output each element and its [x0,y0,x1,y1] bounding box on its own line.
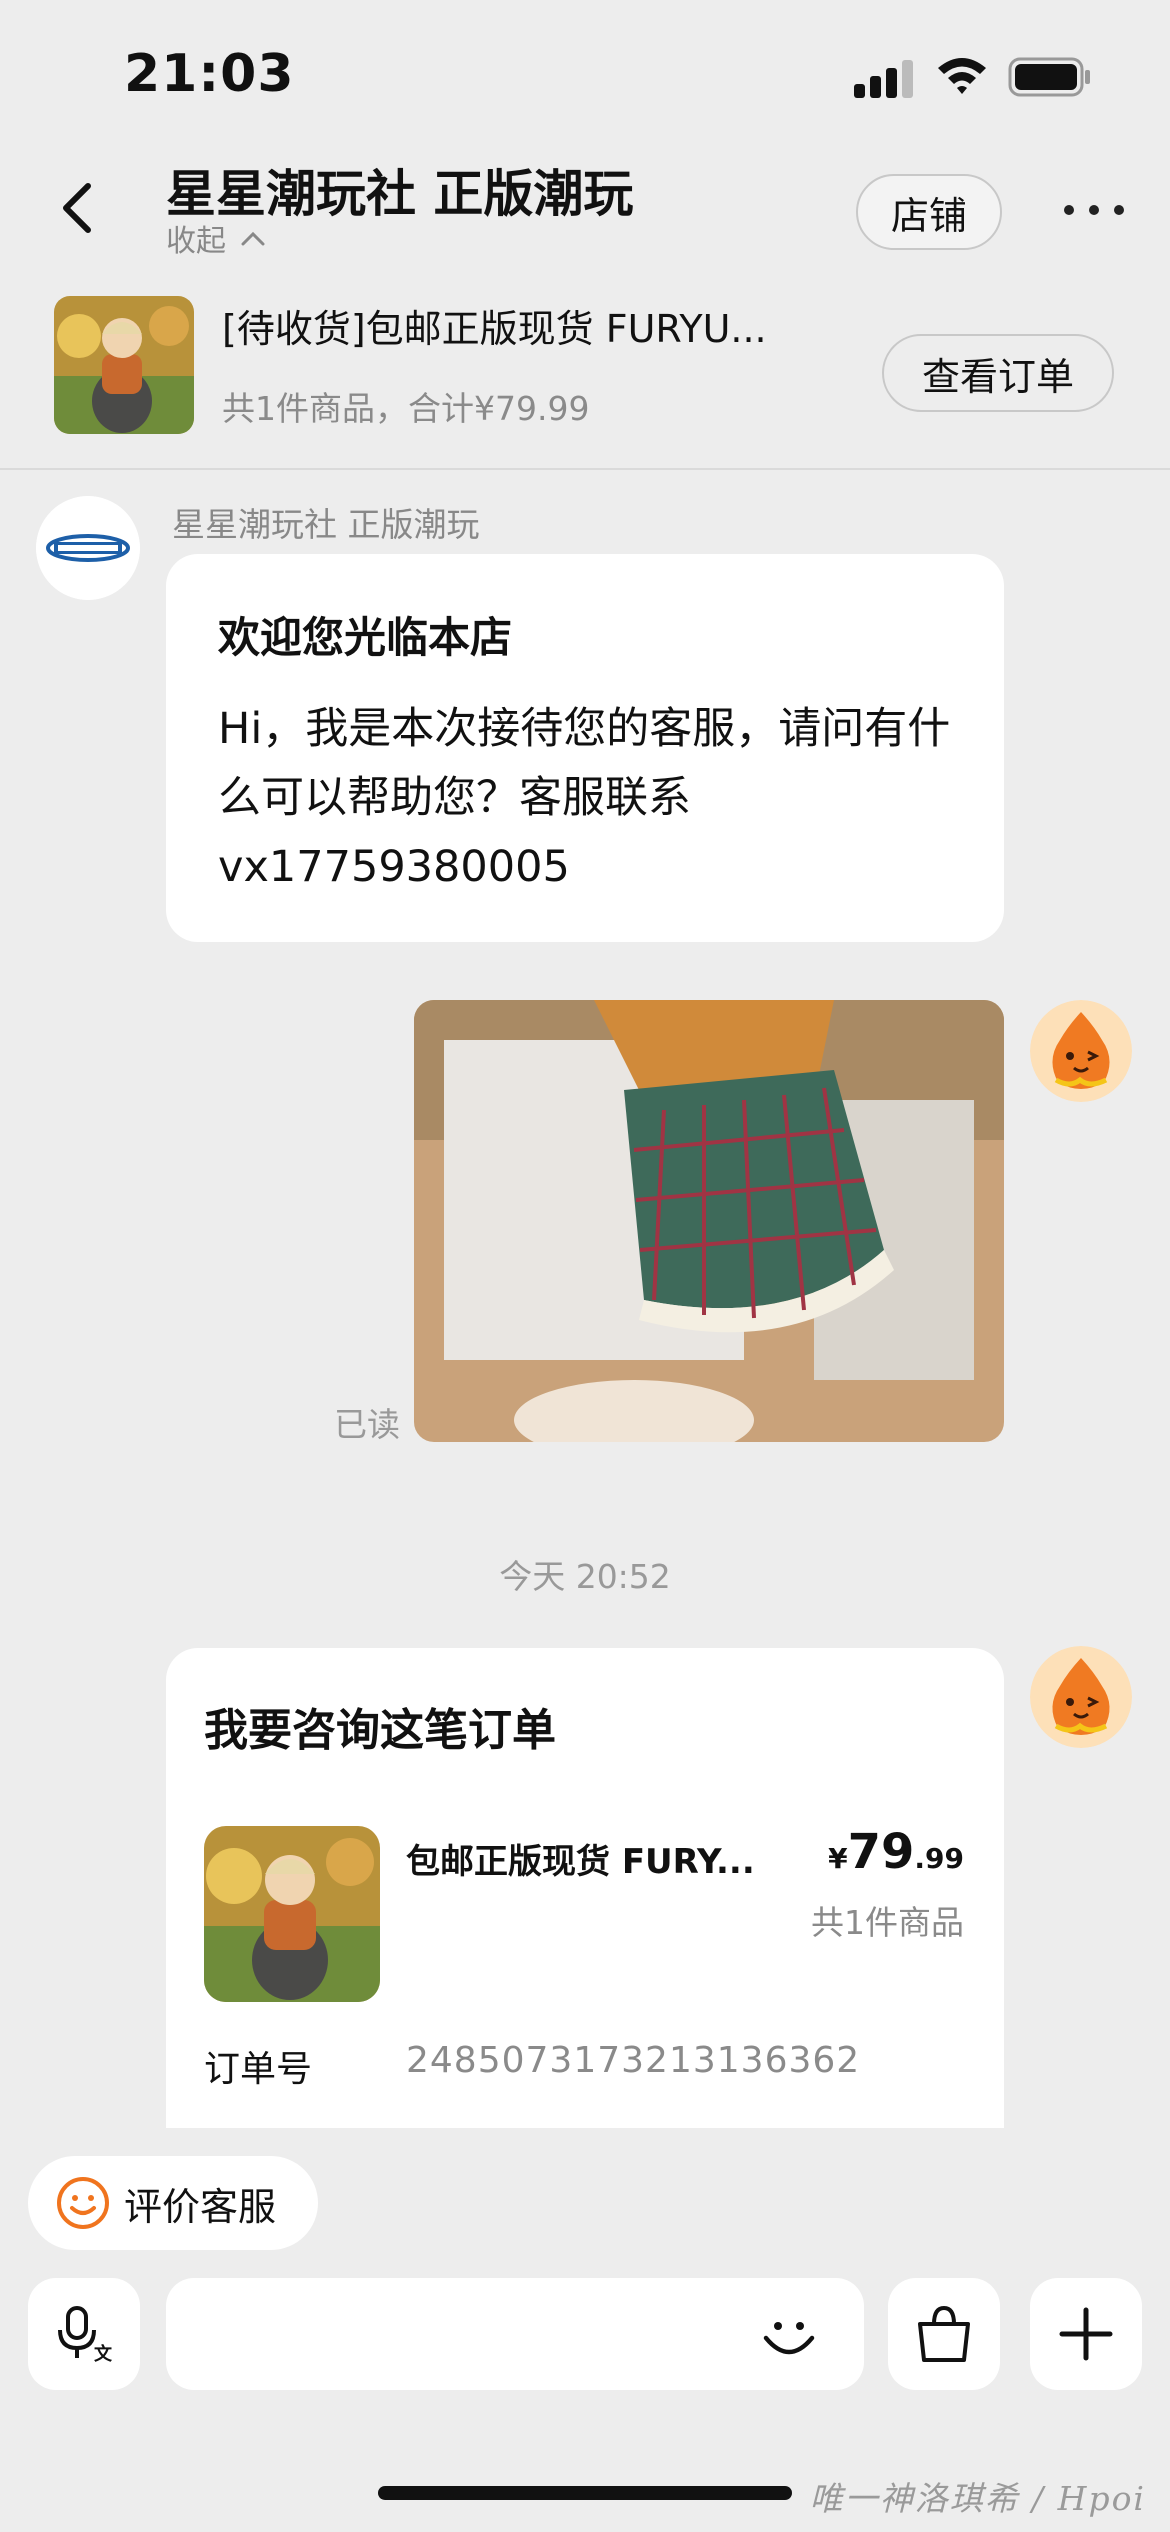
product-thumbnail [54,296,194,434]
smile-face-icon [57,2177,109,2229]
chevron-up-icon [241,231,265,246]
watermark: 唯一神洛琪希 / Hpoi [809,2479,1146,2518]
welcome-message: 欢迎您光临本店 Hi，我是本次接待您的客服，请问有什么可以帮助您？客服联系 vx… [166,554,1004,942]
shopping-bag-icon [918,2305,970,2362]
order-number: 2485073173213136362 [406,2040,861,2081]
price-currency: ¥ [828,1842,848,1875]
chat-header: 星星潮玩社 正版潮玩 收起 店铺 [0,150,1170,260]
card-price: ¥ 79 .99 [828,1824,964,1880]
price-decimal: .99 [914,1842,964,1875]
card-item-count: 共1件商品 [811,1903,964,1942]
store-button[interactable]: 店铺 [856,174,1002,250]
view-order-button[interactable]: 查看订单 [882,334,1114,412]
status-bar: 21:03 [0,0,1170,150]
read-status: 已读 [334,1405,400,1444]
order-number-label: 订单号 [204,2049,313,2090]
more-dots-icon[interactable] [1064,200,1124,220]
rate-service-button[interactable]: 评价客服 [28,2156,318,2250]
svg-text:文: 文 [94,2343,113,2364]
emoji-button[interactable] [758,2304,820,2366]
status-time: 21:03 [124,44,295,104]
order-inquiry-card[interactable]: 我要咨询这笔订单 包邮正版现货 FURY... ¥ 79 .99 共1件商品 订… [166,1648,1004,2128]
collapse-label: 收起 [166,224,226,259]
more-options-button[interactable] [1030,2278,1142,2390]
voice-input-icon: 文 [58,2306,113,2364]
smile-icon [763,2322,815,2355]
welcome-text: Hi，我是本次接待您的客服，请问有什么可以帮助您？客服联系 vx17759380… [218,704,951,892]
figure-photo [414,1000,1004,1442]
rate-service-label: 评价客服 [124,2184,277,2229]
order-bar[interactable]: [待收货]包邮正版现货 FURYU... 共1件商品，合计¥79.99 查看订单 [0,280,1170,470]
battery-icon [1008,57,1090,97]
order-title: [待收货]包邮正版现货 FURYU... [222,307,767,351]
back-button[interactable] [52,176,102,240]
chat-screen: 21:03 星星潮玩社 正版潮玩 收起 店铺 [待收货]包邮正版现货 FURYU… [0,0,1170,2532]
user-avatar[interactable] [1030,1646,1132,1748]
signal-icon [854,58,914,98]
shopping-bag-button[interactable] [888,2278,1000,2390]
wifi-icon [938,58,986,94]
shop-avatar[interactable] [36,496,140,600]
card-title: 我要咨询这笔订单 [204,1705,556,1756]
chevron-left-icon [63,183,91,233]
home-indicator [378,2486,792,2500]
collapse-toggle[interactable]: 收起 [166,216,266,260]
card-product-thumbnail [204,1826,380,2002]
user-avatar[interactable] [1030,1000,1132,1102]
voice-input-button[interactable]: 文 [28,2278,140,2390]
order-summary: 共1件商品，合计¥79.99 [222,389,590,428]
card-product-name: 包邮正版现货 FURY... [406,1842,755,1882]
sender-name: 星星潮玩社 正版潮玩 [172,505,480,544]
plus-icon [1059,2307,1113,2361]
welcome-title: 欢迎您光临本店 [218,613,513,662]
price-integer: 79 [847,1824,915,1880]
time-divider: 今天 20:52 [499,1557,671,1596]
image-message[interactable] [414,1000,1004,1442]
